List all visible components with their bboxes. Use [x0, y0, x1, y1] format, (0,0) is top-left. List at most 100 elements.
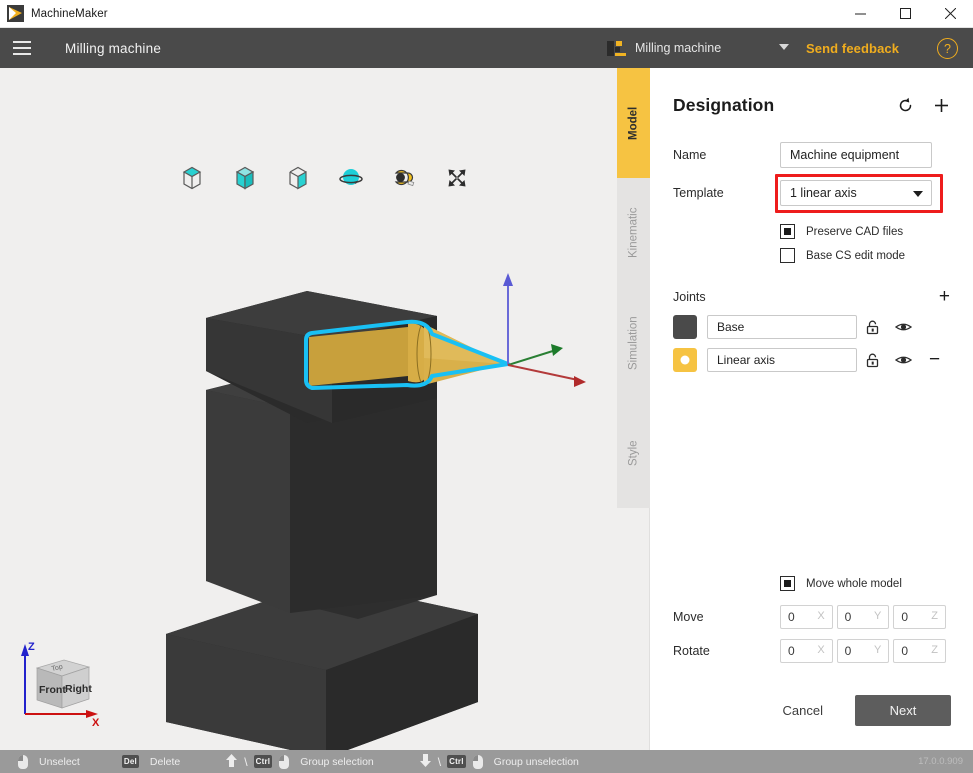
tab-style-label: Style: [627, 440, 640, 466]
preserve-cad-files-row[interactable]: Preserve CAD files: [780, 224, 950, 239]
status-group-selection: \ Ctrl Group selection: [225, 750, 374, 773]
close-icon[interactable]: [928, 0, 973, 28]
rotate-row: Rotate X Y Z: [673, 639, 950, 663]
tab-model-label: Model: [627, 106, 640, 140]
tab-style[interactable]: Style: [617, 398, 650, 508]
tabstrip-filler: [617, 508, 649, 750]
base-cs-edit-mode-row[interactable]: Base CS edit mode: [780, 248, 950, 263]
del-key-icon: Del: [121, 755, 139, 768]
panel-title: Designation: [673, 95, 775, 115]
app-body: Z X Front Right Top 0 0 Mode: [0, 68, 973, 750]
mouse-icon: [472, 754, 483, 769]
eye-icon[interactable]: [888, 354, 919, 366]
arrow-down-icon: [419, 753, 432, 771]
move-x-field[interactable]: X: [780, 605, 833, 629]
joint-row: −: [673, 348, 950, 372]
version-label: 17.0.0.909: [918, 756, 963, 767]
rotate-x-axis-label: X: [817, 644, 825, 656]
app-header: Milling machine Milling machine Send fee…: [0, 28, 973, 68]
cancel-button[interactable]: Cancel: [765, 695, 841, 726]
panel-tabs: Model Kinematic Simulation Style: [617, 68, 650, 750]
move-z-axis-label: Z: [931, 610, 939, 622]
template-select-value: 1 linear axis: [780, 180, 932, 206]
lock-open-icon[interactable]: [857, 320, 888, 335]
properties-panel: Designation Name Machine equipment Templ…: [650, 68, 973, 750]
move-y-axis-label: Y: [874, 610, 882, 622]
rotate-z-axis-label: Z: [931, 644, 939, 656]
rotate-z-field[interactable]: Z: [893, 639, 947, 663]
designation-form: Name Template 1 linear axis Preserve CAD…: [650, 116, 973, 272]
send-feedback-button[interactable]: Send feedback: [806, 28, 899, 68]
navigation-cube[interactable]: Z X Front Right Top: [12, 636, 112, 728]
lock-open-icon[interactable]: [857, 353, 888, 368]
remove-joint-icon[interactable]: −: [919, 350, 950, 369]
move-whole-model-row[interactable]: Move whole model: [780, 576, 950, 591]
base-cs-edit-mode-label: Base CS edit mode: [806, 249, 906, 262]
template-select[interactable]: 1 linear axis: [775, 174, 943, 213]
help-icon[interactable]: ?: [937, 38, 958, 59]
svg-text:Right: Right: [65, 683, 92, 695]
tab-model[interactable]: Model: [617, 68, 650, 178]
move-row: Move X Y Z: [673, 605, 950, 629]
machinemaker-logo-icon: [7, 5, 24, 22]
joint-row: [673, 315, 950, 339]
rotate-y-field[interactable]: Y: [836, 639, 890, 663]
joint-color-swatch[interactable]: [673, 348, 697, 372]
svg-text:X: X: [92, 717, 100, 728]
mouse-icon: [279, 754, 290, 769]
template-row: Template 1 linear axis: [673, 174, 950, 213]
rotate-label: Rotate: [673, 644, 710, 658]
arrow-up-icon: [225, 753, 238, 771]
machine-selector-value: Milling machine: [635, 41, 722, 55]
joint-name-input[interactable]: [707, 315, 857, 339]
joint-color-swatch[interactable]: [673, 315, 697, 339]
base-cs-edit-mode-checkbox[interactable]: [780, 248, 795, 263]
panel-header-actions: [895, 96, 951, 116]
status-delete: Del Delete: [121, 750, 180, 773]
machine-icon: [607, 40, 626, 57]
ctrl-key-icon: Ctrl: [253, 755, 273, 768]
preserve-cad-files-checkbox[interactable]: [780, 224, 795, 239]
slash-separator-icon: \: [437, 754, 442, 769]
hamburger-menu-icon[interactable]: [0, 28, 44, 68]
status-bar: Unselect Del Delete \ Ctrl Group selecti…: [0, 750, 973, 773]
app-title: MachineMaker: [31, 7, 108, 20]
preserve-cad-files-label: Preserve CAD files: [806, 225, 904, 238]
move-whole-model-checkbox[interactable]: [780, 576, 795, 591]
panel-header: Designation: [650, 68, 973, 116]
help-label: ?: [944, 41, 951, 56]
next-button[interactable]: Next: [855, 695, 951, 726]
tab-simulation[interactable]: Simulation: [617, 288, 650, 398]
minimize-icon[interactable]: [838, 0, 883, 28]
tab-kinematic-label: Kinematic: [627, 207, 640, 259]
slash-separator-icon: \: [244, 754, 248, 769]
machine-selector[interactable]: Milling machine: [607, 28, 797, 68]
status-unselect-label: Unselect: [39, 755, 80, 768]
add-designation-plus-icon[interactable]: [931, 96, 951, 116]
template-label: Template: [673, 186, 724, 200]
status-group-selection-label: Group selection: [300, 755, 374, 768]
3d-viewport[interactable]: Z X Front Right Top 0 0: [0, 68, 617, 750]
name-label: Name: [673, 148, 707, 162]
name-input[interactable]: [780, 142, 932, 168]
move-z-field[interactable]: Z: [893, 605, 947, 629]
transform-section: Move whole model Move X Y Z: [650, 576, 973, 673]
window-controls: [838, 0, 973, 28]
joints-section: Joints + Base Linear axis −: [650, 272, 973, 381]
maximize-icon[interactable]: [883, 0, 928, 28]
move-y-field[interactable]: Y: [836, 605, 890, 629]
move-x-axis-label: X: [817, 610, 825, 622]
tab-simulation-label: Simulation: [627, 316, 640, 370]
joint-name-input[interactable]: [707, 348, 857, 372]
title-bar: MachineMaker: [0, 0, 973, 28]
move-label: Move: [673, 610, 704, 624]
joints-header: Joints +: [673, 287, 950, 306]
status-group-unselection-label: Group unselection: [493, 755, 579, 768]
reset-arrow-icon[interactable]: [895, 96, 915, 116]
eye-icon[interactable]: [888, 321, 919, 333]
add-joint-plus-icon[interactable]: +: [939, 287, 950, 306]
svg-text:Z: Z: [28, 641, 35, 653]
rotate-x-field[interactable]: X: [780, 639, 833, 663]
tab-kinematic[interactable]: Kinematic: [617, 178, 650, 288]
status-unselect: Unselect: [18, 750, 80, 773]
